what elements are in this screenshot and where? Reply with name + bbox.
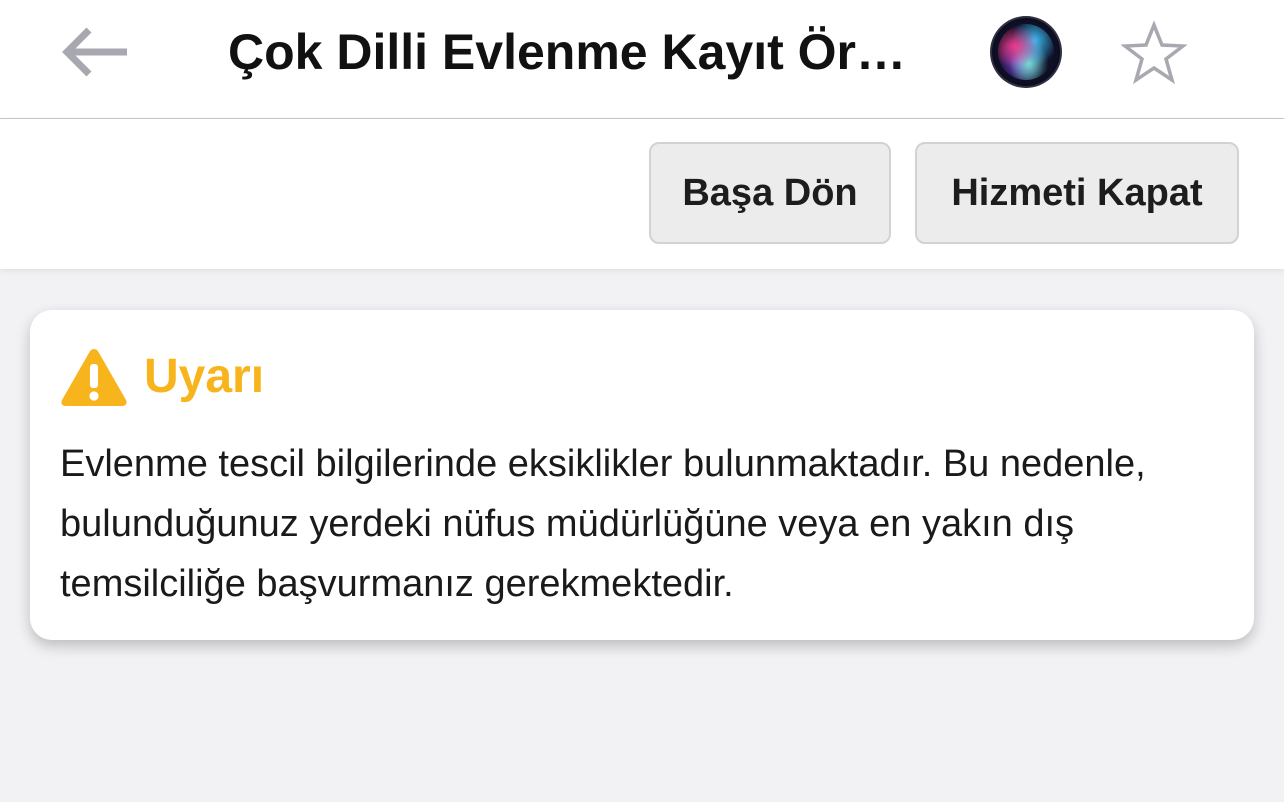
page-title: Çok Dilli Evlenme Kayıt Ör… bbox=[228, 24, 906, 80]
alert-message: Evlenme tescil bilgilerinde eksiklikler … bbox=[60, 443, 1146, 605]
close-service-button[interactable]: Hizmeti Kapat bbox=[915, 142, 1239, 244]
favorite-button[interactable] bbox=[1118, 18, 1190, 90]
arrow-left-icon bbox=[62, 27, 127, 77]
warning-triangle-icon bbox=[61, 349, 127, 406]
action-bar: Başa Dön Hizmeti Kapat bbox=[0, 119, 1284, 269]
back-button[interactable] bbox=[58, 22, 130, 82]
warning-card: Uyarı Evlenme tescil bilgilerinde eksikl… bbox=[30, 310, 1254, 640]
alert-header: Uyarı bbox=[60, 346, 264, 408]
star-outline-icon bbox=[1121, 21, 1187, 85]
navigation-bar: Çok Dilli Evlenme Kayıt Ör… bbox=[0, 0, 1284, 119]
siri-icon[interactable] bbox=[990, 16, 1062, 88]
alert-title: Uyarı bbox=[144, 350, 265, 403]
home-button[interactable]: Başa Dön bbox=[649, 142, 891, 244]
